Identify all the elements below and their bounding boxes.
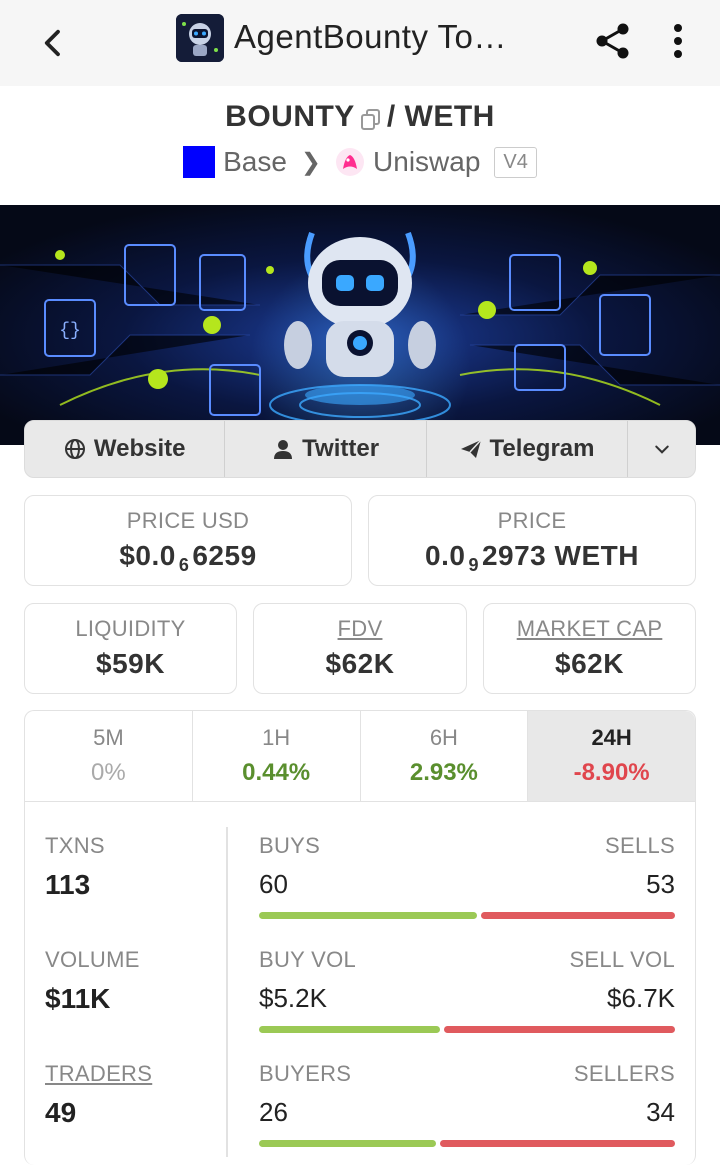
volume-split-section: BUY VOL SELL VOL $5.2K $6.7K	[259, 947, 675, 1033]
liquidity-label: LIQUIDITY	[75, 616, 186, 641]
volume-split-bar	[259, 1026, 675, 1033]
fdv-label[interactable]: FDV	[254, 616, 466, 642]
tab-6h-change: 2.93%	[409, 759, 478, 786]
social-links-bar: Website Twitter Telegram	[24, 420, 696, 478]
sell-vol-bar-fill	[444, 1026, 675, 1033]
pair-title: BOUNTY / WETH	[0, 100, 720, 134]
volume-label: VOLUME	[45, 947, 140, 972]
txns-stat: TXNS 113	[45, 833, 225, 901]
price-usd-box: PRICE USD $0.0 6 6259	[24, 495, 352, 586]
market-cap-value: $62K	[555, 648, 624, 679]
dex-version-badge: V4	[494, 146, 537, 178]
page-title: AgentBounty To…	[234, 18, 507, 55]
tab-6h[interactable]: 6H 2.93%	[361, 711, 529, 801]
sell-vol-value: $6.7K	[607, 983, 675, 1013]
uniswap-icon	[336, 148, 365, 176]
globe-icon	[64, 439, 85, 459]
pair-separator: /	[386, 100, 396, 133]
twitter-link[interactable]: Twitter	[225, 421, 427, 477]
buys-sells-bar	[259, 912, 675, 919]
volume-value: $11K	[45, 983, 111, 1014]
tab-24h[interactable]: 24H -8.90%	[528, 711, 695, 801]
chevron-left-icon	[44, 29, 60, 57]
svg-text:{}: {}	[59, 321, 81, 341]
sells-value: 53	[646, 869, 675, 899]
traders-split-bar	[259, 1140, 675, 1147]
price-native-label: PRICE	[497, 508, 567, 533]
send-icon	[460, 439, 482, 458]
tab-1h-label: 1H	[262, 725, 291, 750]
price-native-box: PRICE 0.0 9 2973 WETH	[368, 495, 696, 586]
buy-vol-bar-fill	[259, 1026, 441, 1033]
tab-5m-label: 5M	[93, 725, 124, 750]
buyers-bar-fill	[259, 1140, 437, 1147]
buyers-label: BUYERS	[259, 1061, 352, 1086]
buy-vol-label: BUY VOL	[259, 947, 357, 972]
token-banner: {}	[0, 205, 720, 445]
buy-vol-value: $5.2K	[259, 983, 327, 1013]
chain-name[interactable]: Base	[223, 146, 287, 178]
share-button[interactable]	[588, 16, 638, 66]
telegram-label: Telegram	[489, 435, 595, 462]
base-chain-icon	[183, 146, 216, 178]
dex-name[interactable]: Uniswap	[373, 146, 480, 178]
more-options-button[interactable]	[656, 16, 700, 66]
copy-icon[interactable]	[360, 105, 381, 131]
tab-6h-label: 6H	[429, 725, 458, 750]
timeframe-tabs: 5M 0% 1H 0.44% 6H 2.93% 24H -8.90%	[25, 711, 695, 802]
sellers-value: 34	[646, 1097, 675, 1127]
column-divider	[226, 827, 228, 1157]
buys-label: BUYS	[259, 833, 321, 858]
tab-24h-change: -8.90%	[573, 759, 650, 786]
website-label: Website	[93, 435, 186, 462]
sellers-bar-fill	[440, 1140, 675, 1147]
website-link[interactable]: Website	[25, 421, 226, 477]
twitter-label: Twitter	[302, 435, 380, 462]
tab-1h[interactable]: 1H 0.44%	[193, 711, 361, 801]
price-native-value: 0.0 9 2973 WETH	[425, 540, 639, 575]
app-bar: AgentBounty To…	[0, 0, 720, 86]
fdv-box: FDV $62K	[253, 603, 467, 694]
buyers-value: 26	[259, 1097, 288, 1127]
tab-1h-change: 0.44%	[242, 759, 311, 786]
txns-value: 113	[45, 869, 91, 900]
base-symbol: BOUNTY	[225, 100, 355, 133]
chain-row: Base ❯ Uniswap V4	[0, 146, 720, 178]
fdv-value: $62K	[325, 648, 395, 679]
tab-24h-label: 24H	[591, 725, 632, 750]
more-vertical-icon	[674, 24, 682, 58]
sells-bar-fill	[481, 912, 675, 919]
volume-stat: VOLUME $11K	[45, 947, 225, 1015]
back-button[interactable]	[28, 18, 78, 68]
transactions-panel: 5M 0% 1H 0.44% 6H 2.93% 24H -8.90% TXNS …	[24, 710, 696, 1165]
sell-vol-label: SELL VOL	[569, 947, 675, 972]
share-icon	[596, 23, 629, 59]
liquidity-box: LIQUIDITY $59K	[24, 603, 237, 694]
txns-label: TXNS	[45, 833, 105, 858]
traders-label[interactable]: TRADERS	[45, 1061, 225, 1087]
token-avatar	[176, 14, 224, 62]
tab-5m-change: 0%	[91, 759, 126, 786]
sellers-label: SELLERS	[573, 1061, 675, 1086]
market-cap-box: MARKET CAP $62K	[483, 603, 696, 694]
buys-bar-fill	[259, 912, 478, 919]
chevron-down-icon	[654, 445, 669, 454]
traders-split-section: BUYERS SELLERS 26 34	[259, 1061, 675, 1147]
quote-symbol: WETH	[404, 100, 495, 133]
traders-value: 49	[45, 1097, 77, 1128]
price-usd-label: PRICE USD	[126, 508, 250, 533]
telegram-link[interactable]: Telegram	[427, 421, 629, 477]
tab-5m[interactable]: 5M 0%	[25, 711, 193, 801]
buys-sells-section: BUYS SELLS 60 53	[259, 833, 675, 919]
price-usd-value: $0.0 6 6259	[119, 540, 257, 575]
buys-value: 60	[259, 869, 288, 899]
user-icon	[274, 440, 293, 459]
more-links-dropdown[interactable]	[628, 421, 695, 477]
chevron-right-icon: ❯	[300, 148, 322, 176]
traders-stat: TRADERS 49	[45, 1061, 225, 1129]
sells-label: SELLS	[605, 833, 675, 858]
liquidity-value: $59K	[96, 648, 165, 679]
market-cap-label[interactable]: MARKET CAP	[484, 616, 695, 642]
